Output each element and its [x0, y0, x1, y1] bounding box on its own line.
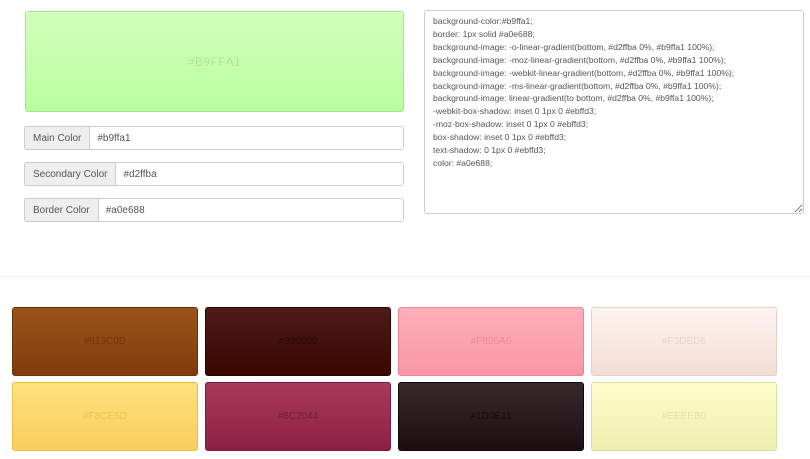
swatch-f896a6[interactable]: #F896A6	[398, 307, 584, 376]
swatch-label: #F8CE5D	[83, 411, 127, 422]
main-color-field: Main Color	[24, 126, 404, 150]
secondary-color-input[interactable]	[116, 163, 403, 185]
swatch-label: #8C2044	[277, 411, 319, 422]
preview-color-label: #B9FFA1	[187, 54, 242, 69]
color-palette: #813C0D #390600 #F896A6 #F3DED6 #F8CE5D …	[12, 307, 778, 451]
css-output-textarea[interactable]: background-color:#b9ffa1; border: 1px so…	[424, 10, 804, 214]
swatch-8c2044[interactable]: #8C2044	[205, 382, 391, 451]
main-color-input[interactable]	[90, 127, 403, 149]
swatch-label: #390600	[278, 336, 318, 347]
swatch-f3ded6[interactable]: #F3DED6	[591, 307, 777, 376]
main-color-label: Main Color	[25, 127, 91, 149]
border-color-label: Border Color	[25, 199, 99, 221]
swatch-1d0e11[interactable]: #1D0E11	[398, 382, 584, 451]
swatch-813c0d[interactable]: #813C0D	[12, 307, 198, 376]
swatch-f8ce5d[interactable]: #F8CE5D	[12, 382, 198, 451]
swatch-label: #1D0E11	[470, 411, 512, 422]
secondary-color-field: Secondary Color	[24, 162, 404, 186]
swatch-label: #813C0D	[83, 336, 127, 347]
border-color-field: Border Color	[24, 198, 404, 222]
swatch-label: #F896A6	[470, 336, 512, 347]
section-divider	[0, 276, 810, 277]
swatch-label: #EEEEB0	[661, 411, 707, 422]
secondary-color-label: Secondary Color	[25, 163, 117, 185]
swatch-390600[interactable]: #390600	[205, 307, 391, 376]
swatch-eeeeb0[interactable]: #EEEEB0	[591, 382, 777, 451]
swatch-label: #F3DED6	[662, 336, 706, 347]
color-preview-box: #B9FFA1	[25, 11, 404, 112]
border-color-input[interactable]	[98, 199, 403, 221]
